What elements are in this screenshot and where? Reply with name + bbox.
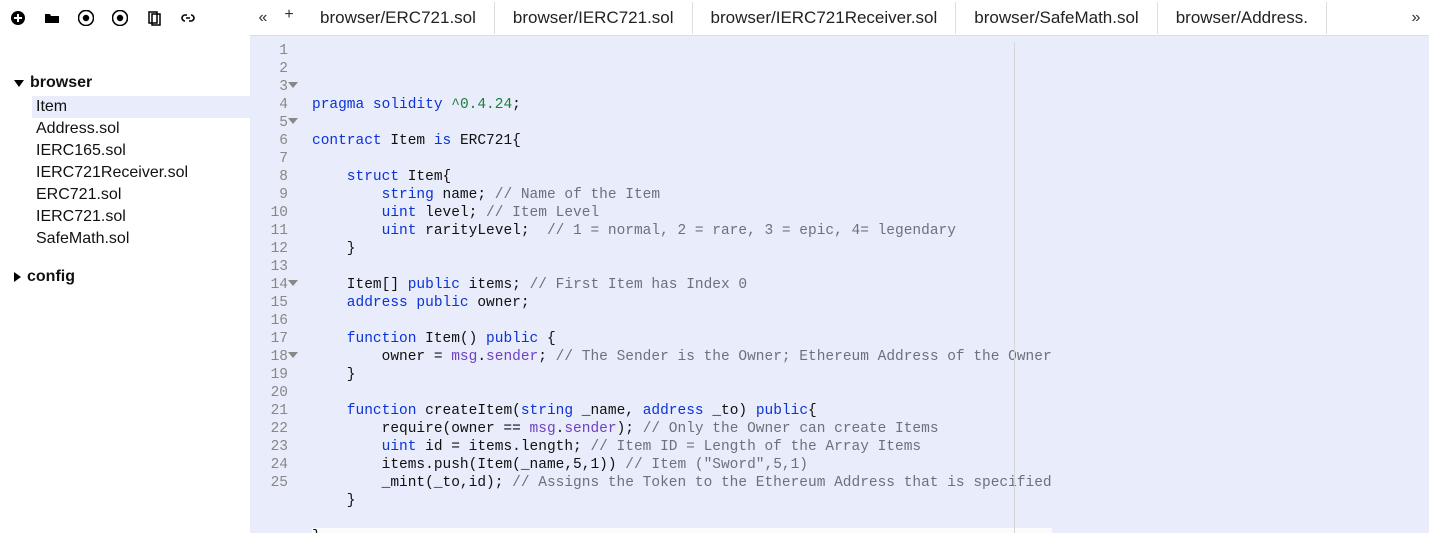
folder-open-icon[interactable] xyxy=(44,10,60,26)
code-editor[interactable]: 1234567891011121314151617181920212223242… xyxy=(250,36,1429,533)
plus-circle-icon[interactable] xyxy=(10,10,26,26)
editor-area: « + browser/ERC721.solbrowser/IERC721.so… xyxy=(250,0,1429,533)
tree-item[interactable]: Address.sol xyxy=(32,118,250,140)
tree-item[interactable]: IERC721Receiver.sol xyxy=(32,162,250,184)
github-icon[interactable] xyxy=(78,10,94,26)
tree-item[interactable]: Item xyxy=(32,96,250,118)
editor-tab[interactable]: browser/SafeMath.sol xyxy=(956,2,1157,34)
tree-item[interactable]: SafeMath.sol xyxy=(32,228,250,250)
explorer-toolbar xyxy=(0,6,250,36)
folder-browser[interactable]: browser xyxy=(10,70,250,96)
chevron-down-icon xyxy=(14,80,24,87)
folder-config[interactable]: config xyxy=(10,264,250,290)
clipboard-icon[interactable] xyxy=(146,10,162,26)
tabs-scroll-left[interactable]: « xyxy=(250,9,276,27)
tabbar: « + browser/ERC721.solbrowser/IERC721.so… xyxy=(250,0,1429,36)
file-explorer-panel: browser ItemAddress.solIERC165.solIERC72… xyxy=(0,0,250,533)
tree-item[interactable]: IERC721.sol xyxy=(32,206,250,228)
folder-label: browser xyxy=(30,74,92,92)
tree-item[interactable]: IERC165.sol xyxy=(32,140,250,162)
editor-tab[interactable]: browser/IERC721Receiver.sol xyxy=(693,2,957,34)
editor-tab[interactable]: browser/ERC721.sol xyxy=(302,2,495,34)
file-tree: browser ItemAddress.solIERC165.solIERC72… xyxy=(0,66,250,290)
folder-label: config xyxy=(27,268,75,286)
github-icon-alt[interactable] xyxy=(112,10,128,26)
editor-tab[interactable]: browser/IERC721.sol xyxy=(495,2,693,34)
print-margin xyxy=(1014,42,1015,533)
editor-tab[interactable]: browser/Address. xyxy=(1158,2,1327,34)
line-gutter: 1234567891011121314151617181920212223242… xyxy=(250,42,294,533)
link-icon[interactable] xyxy=(180,10,196,26)
tabs-scroll-right[interactable]: » xyxy=(1403,9,1429,27)
tabs-add[interactable]: + xyxy=(276,6,302,24)
chevron-right-icon xyxy=(14,272,21,282)
tree-item[interactable]: ERC721.sol xyxy=(32,184,250,206)
code-content[interactable]: pragma solidity ^0.4.24;contract Item is… xyxy=(294,42,1052,533)
